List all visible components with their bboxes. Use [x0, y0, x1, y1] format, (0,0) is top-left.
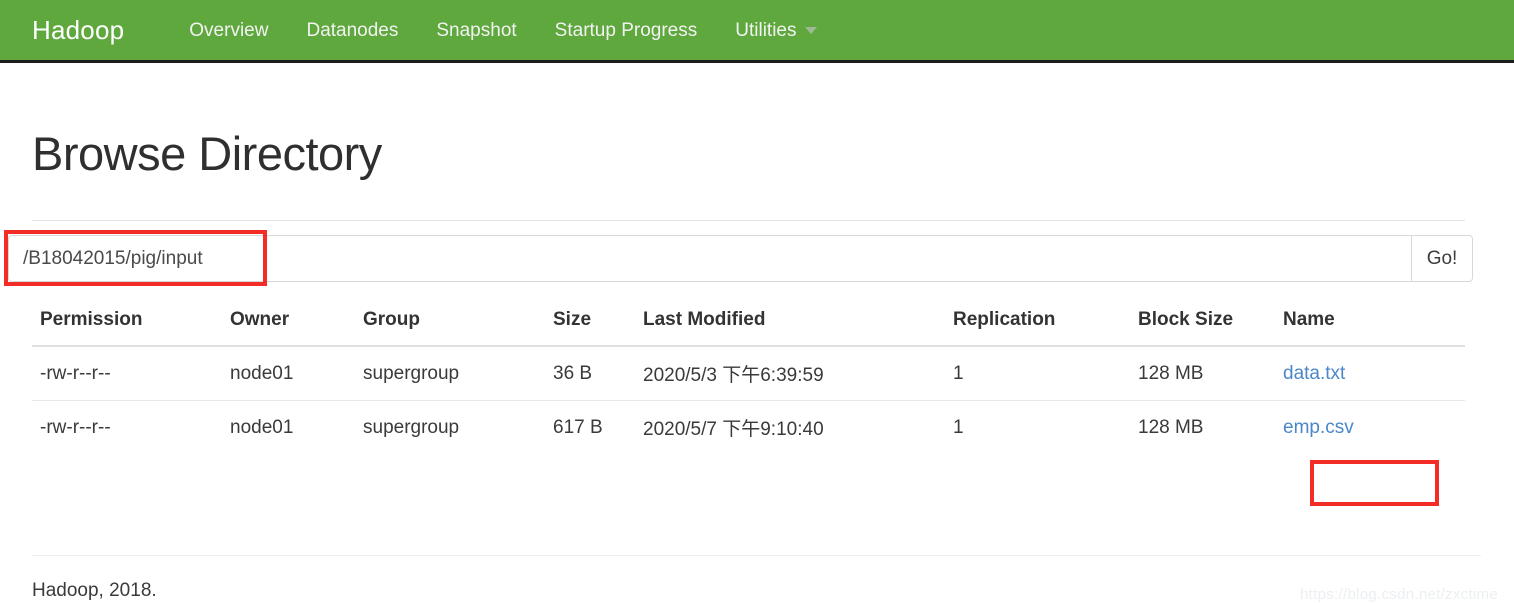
go-button[interactable]: Go! [1411, 235, 1473, 282]
watermark: https://blog.csdn.net/zxctime [1300, 586, 1498, 603]
cell-name: emp.csv [1275, 400, 1465, 454]
directory-listing-table: Permission Owner Group Size Last Modifie… [32, 303, 1465, 454]
nav-item-overview[interactable]: Overview [170, 21, 287, 40]
cell-name: data.txt [1275, 346, 1465, 401]
path-input-group: Go! [8, 235, 1473, 282]
page-title: Browse Directory [32, 127, 382, 180]
footer-text: Hadoop, 2018. [32, 580, 157, 601]
cell-last-modified: 2020/5/3 下午6:39:59 [643, 365, 824, 386]
main-container: Browse Directory Go! Permission Owner Gr… [0, 63, 1514, 603]
nav-item-startup-progress[interactable]: Startup Progress [536, 21, 717, 40]
cell-block-size: 128 MB [1130, 400, 1275, 454]
column-header-replication[interactable]: Replication [945, 303, 1130, 347]
nav-item-utilities[interactable]: Utilities [716, 21, 836, 40]
cell-last-modified: 2020/5/7 下午9:10:40 [635, 400, 945, 454]
file-link-emp-csv[interactable]: emp.csv [1283, 417, 1354, 438]
table-body: -rw-r--r-- node01 supergroup 36 B 2020/5… [32, 346, 1465, 454]
table-row: -rw-r--r-- node01 supergroup 36 B 2020/5… [32, 346, 1465, 401]
divider-top [32, 220, 1465, 221]
divider-bottom [32, 555, 1481, 556]
nav-item-snapshot[interactable]: Snapshot [417, 21, 535, 40]
column-header-owner[interactable]: Owner [222, 303, 355, 347]
cell-permission: -rw-r--r-- [40, 362, 111, 384]
file-link-data-txt[interactable]: data.txt [1283, 363, 1345, 384]
nav-item-datanodes[interactable]: Datanodes [287, 21, 417, 40]
cell-owner: node01 [222, 400, 355, 454]
column-header-group[interactable]: Group [355, 303, 545, 347]
cell-replication: 1 [953, 362, 964, 384]
table-header-row: Permission Owner Group Size Last Modifie… [32, 303, 1465, 347]
nav-item-utilities-label: Utilities [735, 19, 797, 41]
column-header-block-size[interactable]: Block Size [1130, 303, 1275, 347]
cell-block-size: 128 MB [1138, 362, 1204, 384]
cell-size: 617 B [545, 400, 635, 454]
cell-group: supergroup [355, 400, 545, 454]
directory-path-input[interactable] [8, 235, 1411, 282]
top-navbar: Hadoop Overview Datanodes Snapshot Start… [0, 0, 1514, 63]
column-header-size[interactable]: Size [545, 303, 635, 347]
nav-links: Overview Datanodes Snapshot Startup Prog… [170, 21, 836, 40]
table-head: Permission Owner Group Size Last Modifie… [32, 303, 1465, 347]
cell-owner: node01 [230, 362, 294, 384]
table-row: -rw-r--r-- node01 supergroup 617 B 2020/… [32, 400, 1465, 454]
cell-replication: 1 [945, 400, 1130, 454]
cell-size: 36 B [553, 362, 593, 384]
column-header-name[interactable]: Name [1275, 303, 1465, 347]
cell-group: supergroup [363, 362, 460, 384]
brand-hadoop[interactable]: Hadoop [32, 17, 124, 43]
cell-permission: -rw-r--r-- [32, 400, 222, 454]
column-header-permission[interactable]: Permission [32, 303, 222, 347]
chevron-down-icon [805, 26, 818, 34]
annotation-box-emp-csv [1310, 460, 1439, 506]
column-header-last-modified[interactable]: Last Modified [635, 303, 945, 347]
